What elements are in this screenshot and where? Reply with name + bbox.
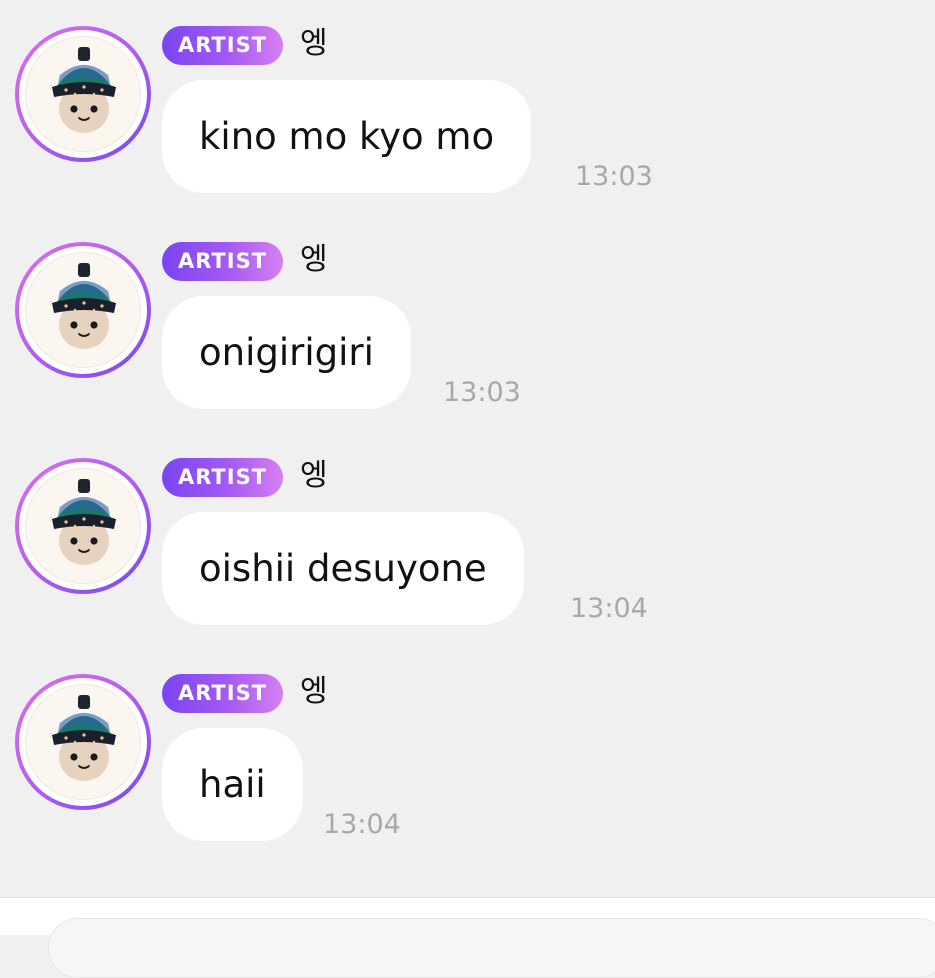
artist-badge: ARTIST	[162, 458, 283, 497]
sender-name: 엥	[300, 674, 328, 709]
message-bubble[interactable]: onigirigiri	[162, 296, 411, 409]
message-timestamp: 13:04	[323, 809, 401, 840]
message-timestamp: 13:04	[570, 593, 648, 624]
artist-avatar[interactable]	[15, 242, 151, 378]
message-timestamp: 13:03	[575, 161, 653, 192]
message-timestamp: 13:03	[443, 377, 521, 408]
message-bubble[interactable]: haii	[162, 728, 303, 841]
artist-badge: ARTIST	[162, 242, 283, 281]
artist-avatar[interactable]	[15, 674, 151, 810]
artist-badge: ARTIST	[162, 674, 283, 713]
sender-name: 엥	[300, 26, 328, 61]
message-input[interactable]	[48, 918, 935, 978]
message-bubble[interactable]: kino mo kyo mo	[162, 80, 532, 193]
chat-message: ARTIST 엥 haii 13:04	[0, 648, 935, 864]
chat-message: ARTIST 엥 kino mo kyo mo 13:03	[0, 0, 935, 216]
onigiri-character-avatar-icon	[25, 252, 141, 368]
chat-message-list[interactable]: ARTIST 엥 kino mo kyo mo 13:03 ARTIST 엥 o…	[0, 0, 935, 897]
artist-avatar[interactable]	[15, 458, 151, 594]
message-bubble[interactable]: oishii desuyone	[162, 512, 524, 625]
sender-name: 엥	[300, 242, 328, 277]
message-input-bar	[0, 897, 935, 978]
artist-avatar[interactable]	[15, 26, 151, 162]
onigiri-character-avatar-icon	[25, 684, 141, 800]
chat-message: ARTIST 엥 oishii desuyone 13:04	[0, 432, 935, 648]
artist-badge: ARTIST	[162, 26, 283, 65]
onigiri-character-avatar-icon	[25, 36, 141, 152]
onigiri-character-avatar-icon	[25, 468, 141, 584]
chat-message: ARTIST 엥 onigirigiri 13:03	[0, 216, 935, 432]
sender-name: 엥	[300, 458, 328, 493]
